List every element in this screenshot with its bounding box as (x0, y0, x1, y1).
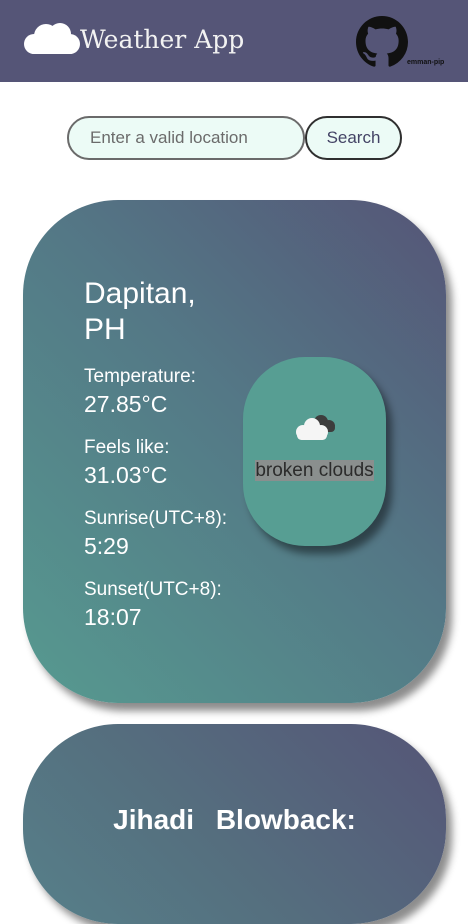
search-button[interactable]: Search (305, 116, 402, 160)
app-header: Weather App emman-pip (0, 0, 468, 82)
cloud-icon (24, 23, 80, 54)
temperature-value: 27.85°C (84, 391, 168, 417)
sunrise-value: 5:29 (84, 533, 129, 559)
sunrise-label: Sunrise(UTC+8): (84, 508, 228, 529)
github-link[interactable]: emman-pip (356, 16, 456, 72)
app-title: Weather App (80, 24, 245, 54)
sunset-value: 18:07 (84, 604, 142, 630)
condition-description: broken clouds (255, 460, 374, 481)
location-input[interactable] (67, 116, 305, 160)
temperature-label: Temperature: (84, 366, 196, 387)
github-icon (356, 16, 408, 67)
feels-like-value: 31.03°C (84, 462, 168, 488)
app-logo[interactable]: Weather App (20, 22, 244, 58)
feels-like-label: Feels like: (84, 437, 170, 458)
weather-card: Dapitan, PH Temperature: 27.85°C Feels l… (23, 200, 446, 703)
condition-text-wrap: broken clouds (243, 459, 386, 482)
sunset-label: Sunset(UTC+8): (84, 579, 222, 600)
broken-clouds-icon (296, 415, 335, 440)
github-username: emman-pip (407, 59, 445, 66)
city-name: Dapitan, PH (84, 277, 196, 346)
search-bar: Search (67, 116, 402, 160)
condition-panel: broken clouds (243, 357, 386, 546)
second-card-title: Jihadi Blowback: (113, 804, 356, 835)
second-card: Jihadi Blowback: (23, 724, 446, 924)
